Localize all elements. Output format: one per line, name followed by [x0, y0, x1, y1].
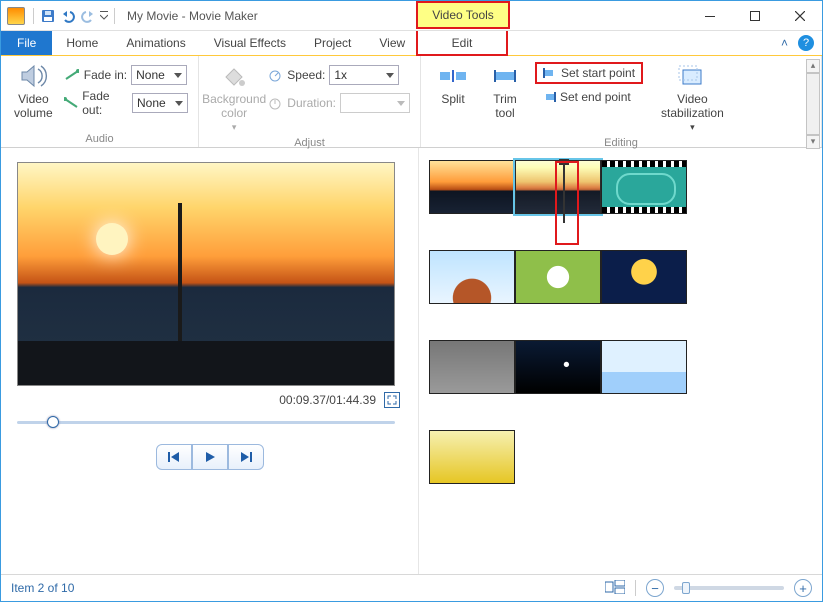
fade-out-label: Fade out:	[82, 89, 128, 117]
paint-bucket-icon	[218, 62, 250, 90]
window-title: My Movie - Movie Maker	[127, 9, 258, 23]
zoom-in-button[interactable]: +	[794, 579, 812, 597]
thumbnail-size-icon[interactable]	[605, 580, 625, 597]
tab-view[interactable]: View	[365, 31, 419, 55]
clip-thumbnail[interactable]	[515, 340, 601, 394]
clip-thumbnail[interactable]	[429, 160, 515, 214]
playhead-highlight	[555, 161, 579, 245]
status-bar: Item 2 of 10 − +	[1, 574, 822, 601]
status-text: Item 2 of 10	[11, 581, 74, 595]
tab-file[interactable]: File	[1, 31, 52, 55]
zoom-out-button[interactable]: −	[646, 579, 664, 597]
duration-dropdown	[340, 93, 410, 113]
split-icon	[437, 62, 469, 90]
ribbon-collapse-icon[interactable]: ˄	[781, 36, 788, 50]
fade-out-icon	[64, 95, 78, 111]
video-volume-button[interactable]: Video volume	[11, 60, 56, 122]
duration-icon	[267, 95, 283, 111]
clip-thumbnail[interactable]	[601, 160, 687, 214]
tab-home[interactable]: Home	[52, 31, 112, 55]
tab-animations[interactable]: Animations	[112, 31, 199, 55]
clip-thumbnail[interactable]	[429, 430, 515, 484]
transport-controls	[17, 444, 402, 470]
play-button[interactable]	[192, 444, 228, 470]
playback-time: 00:09.37/01:44.39	[279, 393, 376, 407]
minimize-button[interactable]	[687, 2, 732, 30]
stabilization-icon	[676, 62, 708, 90]
redo-icon[interactable]	[78, 6, 98, 26]
clip-thumbnail[interactable]	[429, 340, 515, 394]
speaker-icon	[17, 62, 49, 90]
preview-pane: 00:09.37/01:44.39	[1, 148, 419, 575]
qat-more-icon[interactable]	[98, 6, 110, 26]
maximize-button[interactable]	[732, 2, 777, 30]
prev-frame-button[interactable]	[156, 444, 192, 470]
app-icon	[7, 7, 25, 25]
tab-edit[interactable]: Edit	[416, 31, 508, 56]
storyboard-row	[429, 160, 812, 214]
set-start-point-button[interactable]: Set start point	[535, 62, 643, 84]
duration-label: Duration:	[287, 96, 336, 110]
fade-in-dropdown[interactable]: None	[131, 65, 187, 85]
speed-icon	[267, 67, 283, 83]
next-frame-button[interactable]	[228, 444, 264, 470]
storyboard-row	[429, 340, 812, 394]
trim-label: Trim tool	[493, 92, 517, 120]
split-button[interactable]: Split	[431, 60, 475, 108]
tab-visual-effects[interactable]: Visual Effects	[200, 31, 300, 55]
group-adjust-label: Adjust	[209, 135, 410, 149]
video-stabilization-button[interactable]: Video stabilization ▾	[657, 60, 728, 135]
clip-thumbnail[interactable]	[601, 340, 687, 394]
help-icon[interactable]: ?	[798, 35, 814, 51]
storyboard-row	[429, 430, 812, 484]
stabilization-label: Video stabilization	[661, 92, 724, 120]
background-color-button: Background color ▾	[209, 60, 259, 135]
set-end-label: Set end point	[560, 90, 631, 104]
contextual-tab-group: Video Tools	[416, 1, 510, 29]
group-audio-label: Audio	[11, 131, 188, 145]
fullscreen-icon[interactable]	[384, 392, 400, 408]
clip-thumbnail[interactable]	[515, 250, 601, 304]
content-area: 00:09.37/01:44.39	[1, 148, 822, 575]
ribbon-scrollbar[interactable]: ▴▾	[806, 59, 820, 149]
tab-project[interactable]: Project	[300, 31, 365, 55]
clip-thumbnail[interactable]	[429, 250, 515, 304]
preview-monitor[interactable]	[17, 162, 395, 386]
ribbon: Video volume Fade in: None Fade out: Non…	[1, 56, 822, 148]
trim-tool-button[interactable]: Trim tool	[483, 60, 527, 122]
group-editing-label: Editing	[431, 135, 811, 149]
fade-in-label: Fade in:	[84, 68, 127, 82]
background-color-label: Background color	[202, 92, 266, 120]
start-point-icon	[543, 67, 557, 79]
zoom-thumb[interactable]	[682, 582, 690, 594]
speed-label: Speed:	[287, 68, 325, 82]
fade-out-dropdown[interactable]: None	[132, 93, 188, 113]
trim-icon	[489, 62, 521, 90]
clip-thumbnail[interactable]	[601, 250, 687, 304]
seek-thumb[interactable]	[47, 416, 59, 428]
end-point-icon	[542, 91, 556, 103]
undo-icon[interactable]	[58, 6, 78, 26]
close-button[interactable]	[777, 2, 822, 30]
split-label: Split	[441, 92, 464, 106]
video-volume-label: Video volume	[14, 92, 53, 120]
speed-dropdown[interactable]: 1x	[329, 65, 399, 85]
zoom-slider[interactable]	[674, 586, 784, 590]
ribbon-tabs: File Home Animations Visual Effects Proj…	[1, 31, 822, 56]
storyboard-row	[429, 250, 812, 304]
fade-in-icon	[64, 67, 80, 83]
title-bar: My Movie - Movie Maker	[1, 1, 822, 31]
save-icon[interactable]	[38, 6, 58, 26]
set-end-point-button[interactable]: Set end point	[535, 86, 643, 108]
set-start-label: Set start point	[561, 66, 635, 80]
seek-bar[interactable]	[17, 414, 395, 430]
storyboard[interactable]	[419, 148, 822, 575]
